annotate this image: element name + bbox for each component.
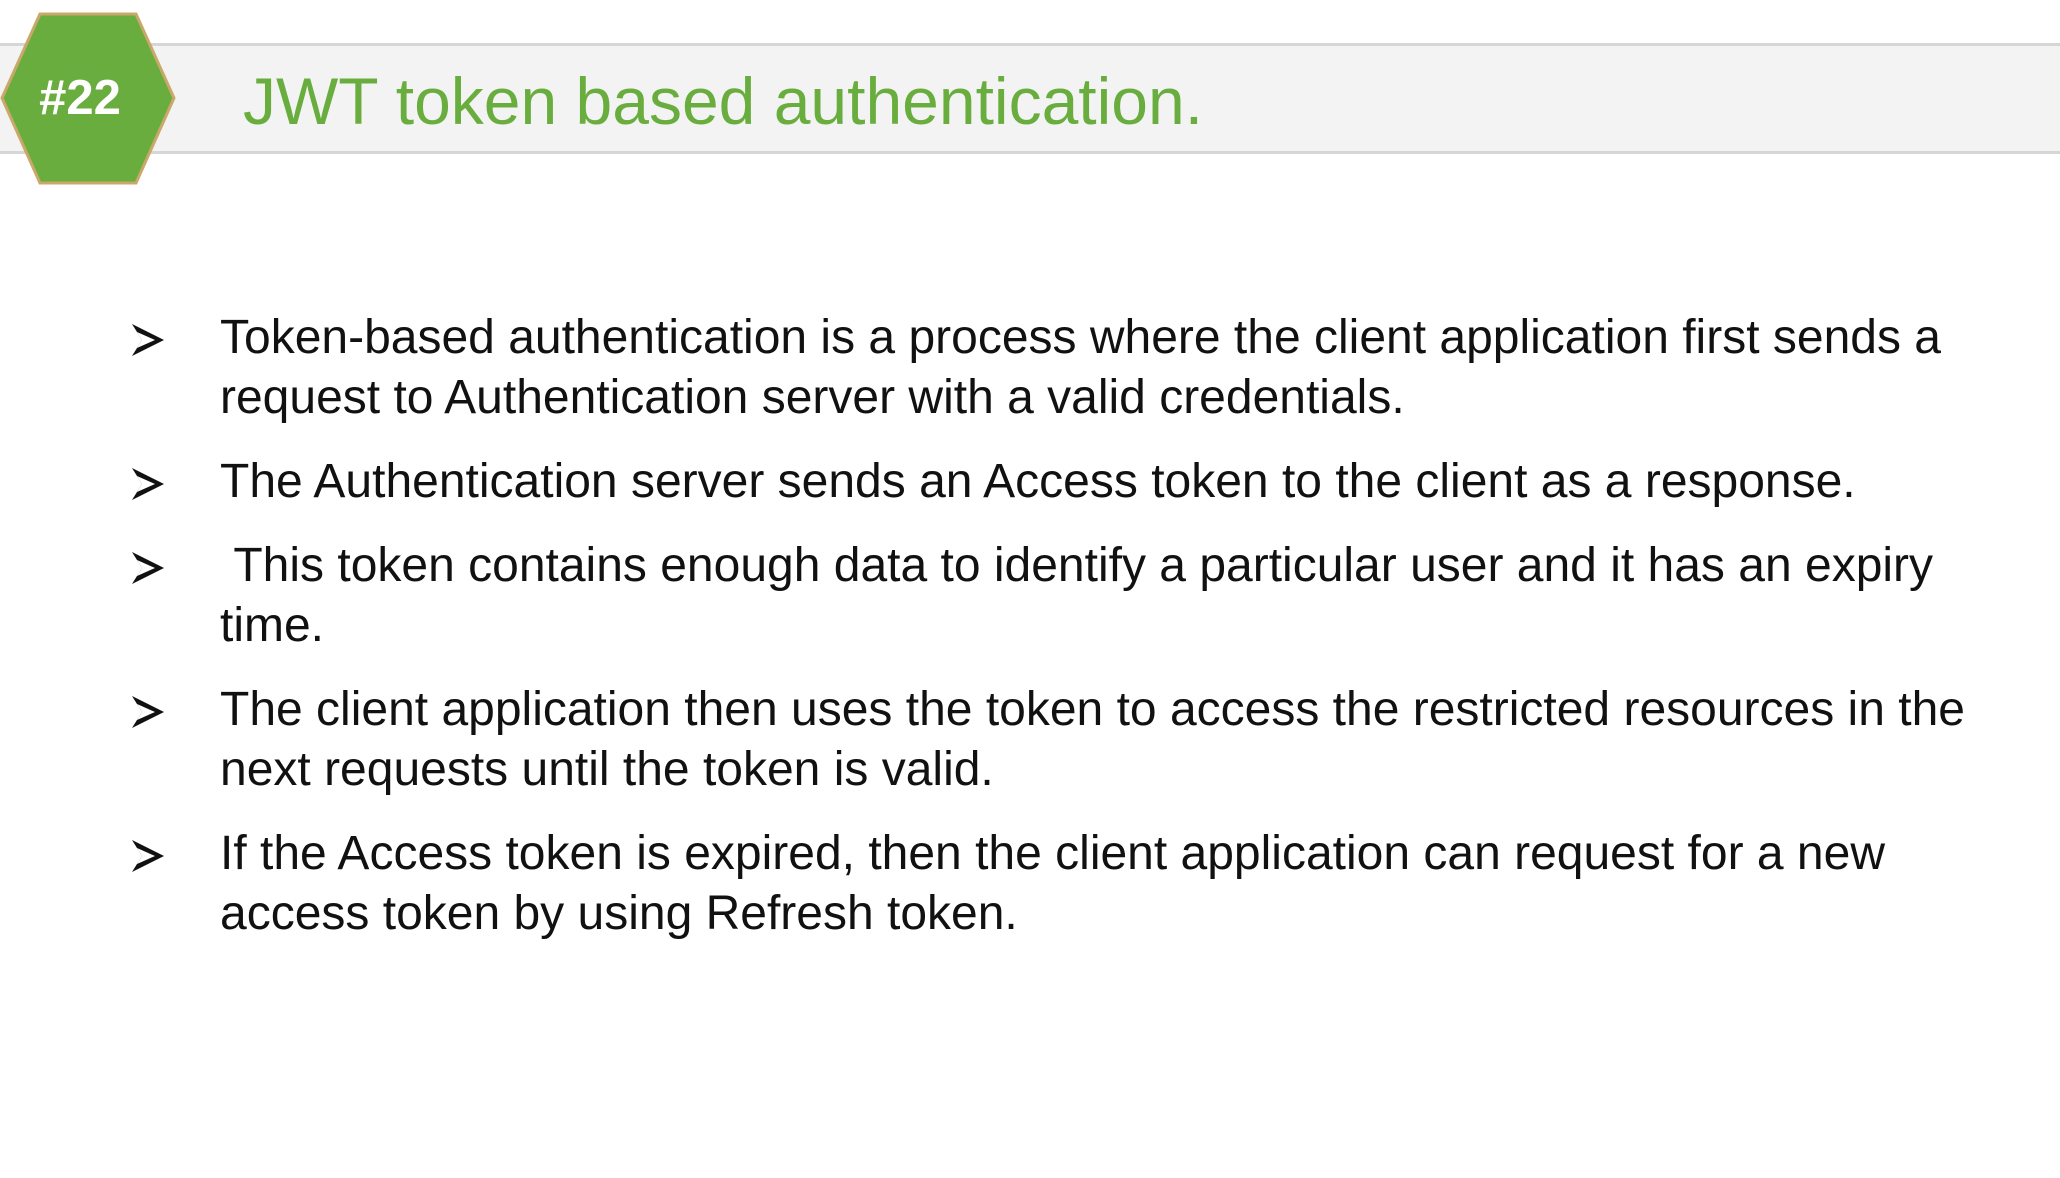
bullet-item: The client application then uses the tok… — [120, 680, 2030, 800]
bullet-text: The client application then uses the tok… — [220, 683, 1965, 796]
arrowhead-bullet-icon — [128, 464, 168, 504]
arrowhead-bullet-icon — [128, 548, 168, 588]
bullet-list: Token-based authentication is a process … — [120, 308, 2030, 968]
arrowhead-bullet-icon — [128, 320, 168, 360]
slide-number: #22 — [39, 71, 121, 125]
bullet-text: If the Access token is expired, then the… — [220, 827, 1885, 940]
arrowhead-bullet-icon — [128, 836, 168, 876]
bullet-text: Token-based authentication is a process … — [220, 311, 1941, 424]
bullet-text: This token contains enough data to ident… — [220, 539, 1947, 652]
slide-number-badge: #22 — [0, 12, 176, 185]
bullet-item: If the Access token is expired, then the… — [120, 824, 2030, 944]
bullet-text: The Authentication server sends an Acces… — [220, 455, 1856, 508]
bullet-item: The Authentication server sends an Acces… — [120, 452, 2030, 512]
slide-title: JWT token based authentication. — [243, 64, 1204, 138]
bullet-item: Token-based authentication is a process … — [120, 308, 2030, 428]
bullet-item: This token contains enough data to ident… — [120, 536, 2030, 656]
arrowhead-bullet-icon — [128, 692, 168, 732]
